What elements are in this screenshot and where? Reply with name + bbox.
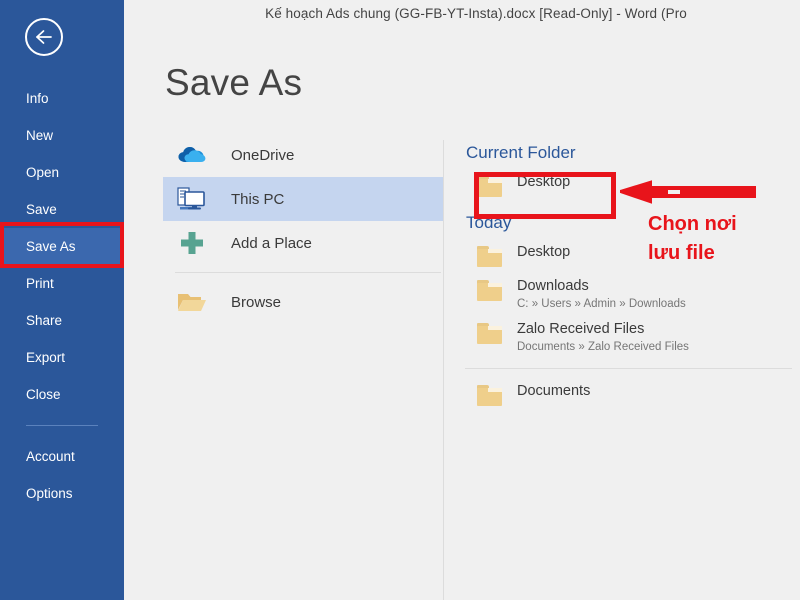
sidebar-item-label: Open: [26, 165, 60, 180]
sidebar-item-label: Share: [26, 313, 63, 328]
folder-name: Desktop: [517, 174, 571, 190]
folder-path: C: » Users » Admin » Downloads: [517, 298, 686, 310]
folder-row[interactable]: Desktop: [463, 169, 800, 203]
folder-name: Documents: [517, 383, 591, 399]
sidebar-item-export[interactable]: Export: [0, 339, 124, 376]
sidebar-item-info[interactable]: Info: [0, 80, 124, 117]
sidebar-item-label: Print: [26, 276, 54, 291]
folders-divider: [465, 368, 792, 369]
sidebar-item-label: New: [26, 128, 54, 143]
place-this-pc[interactable]: This PC: [163, 177, 443, 221]
folder-name: Desktop: [517, 244, 571, 260]
sidebar-divider: [26, 425, 98, 426]
sidebar-item-new[interactable]: New: [0, 117, 124, 154]
current-folder-heading: Current Folder: [466, 143, 576, 162]
folder-icon: [477, 385, 503, 406]
backstage-sidebar: Info New Open Save Save As Print Share E…: [0, 0, 124, 600]
window-title: Kế hoạch Ads chung (GG-FB-YT-Insta).docx…: [265, 5, 687, 21]
sidebar-item-save-as[interactable]: Save As: [0, 228, 124, 265]
sidebar-item-save[interactable]: Save: [0, 191, 124, 228]
place-label: OneDrive: [231, 146, 295, 164]
folder-row[interactable]: Zalo Received Files Documents » Zalo Rec…: [463, 316, 800, 359]
sidebar-item-account[interactable]: Account: [0, 438, 124, 475]
place-add-a-place[interactable]: Add a Place: [163, 221, 443, 265]
folder-row[interactable]: Desktop: [463, 239, 800, 273]
folder-row[interactable]: Downloads C: » Users » Admin » Downloads: [463, 273, 800, 316]
folder-icon: [477, 280, 503, 301]
window-title-bar: Kế hoạch Ads chung (GG-FB-YT-Insta).docx…: [124, 0, 800, 26]
folder-icon: [477, 246, 503, 267]
folder-icon: [477, 323, 503, 344]
open-folder-icon: [175, 287, 209, 317]
page-title: Save As: [165, 62, 303, 103]
place-browse[interactable]: Browse: [163, 280, 443, 324]
sidebar-item-share[interactable]: Share: [0, 302, 124, 339]
onedrive-cloud-icon: [175, 140, 209, 170]
sidebar-item-label: Save As: [26, 239, 76, 254]
sidebar-item-label: Close: [26, 387, 61, 402]
folder-row[interactable]: Documents: [463, 378, 800, 412]
back-button[interactable]: [25, 18, 63, 56]
places-list: OneDrive This PC Add a Place Browse: [163, 133, 443, 324]
sidebar-item-close[interactable]: Close: [0, 376, 124, 413]
this-pc-monitor-icon: [175, 184, 209, 214]
folder-icon: [477, 176, 503, 197]
place-label: Add a Place: [231, 234, 312, 252]
folders-panel: Current Folder Desktop Today Desktop Dow…: [463, 143, 800, 412]
sidebar-item-label: Save: [26, 202, 57, 217]
sidebar-item-open[interactable]: Open: [0, 154, 124, 191]
sidebar-item-label: Options: [26, 486, 73, 501]
place-onedrive[interactable]: OneDrive: [163, 133, 443, 177]
today-heading: Today: [466, 213, 512, 232]
sidebar-item-label: Account: [26, 449, 75, 464]
plus-icon: [175, 228, 209, 258]
places-divider: [175, 272, 441, 273]
sidebar-item-options[interactable]: Options: [0, 475, 124, 512]
folder-name: Downloads: [517, 278, 589, 294]
column-divider: [443, 140, 444, 600]
folder-name: Zalo Received Files: [517, 321, 645, 337]
folder-path: Documents » Zalo Received Files: [517, 341, 689, 353]
place-label: Browse: [231, 293, 282, 311]
place-label: This PC: [231, 190, 285, 208]
backstage-nav-list: Info New Open Save Save As Print Share E…: [0, 80, 124, 512]
sidebar-item-label: Info: [26, 91, 49, 106]
sidebar-item-print[interactable]: Print: [0, 265, 124, 302]
sidebar-item-label: Export: [26, 350, 66, 365]
back-arrow-icon: [34, 29, 54, 45]
